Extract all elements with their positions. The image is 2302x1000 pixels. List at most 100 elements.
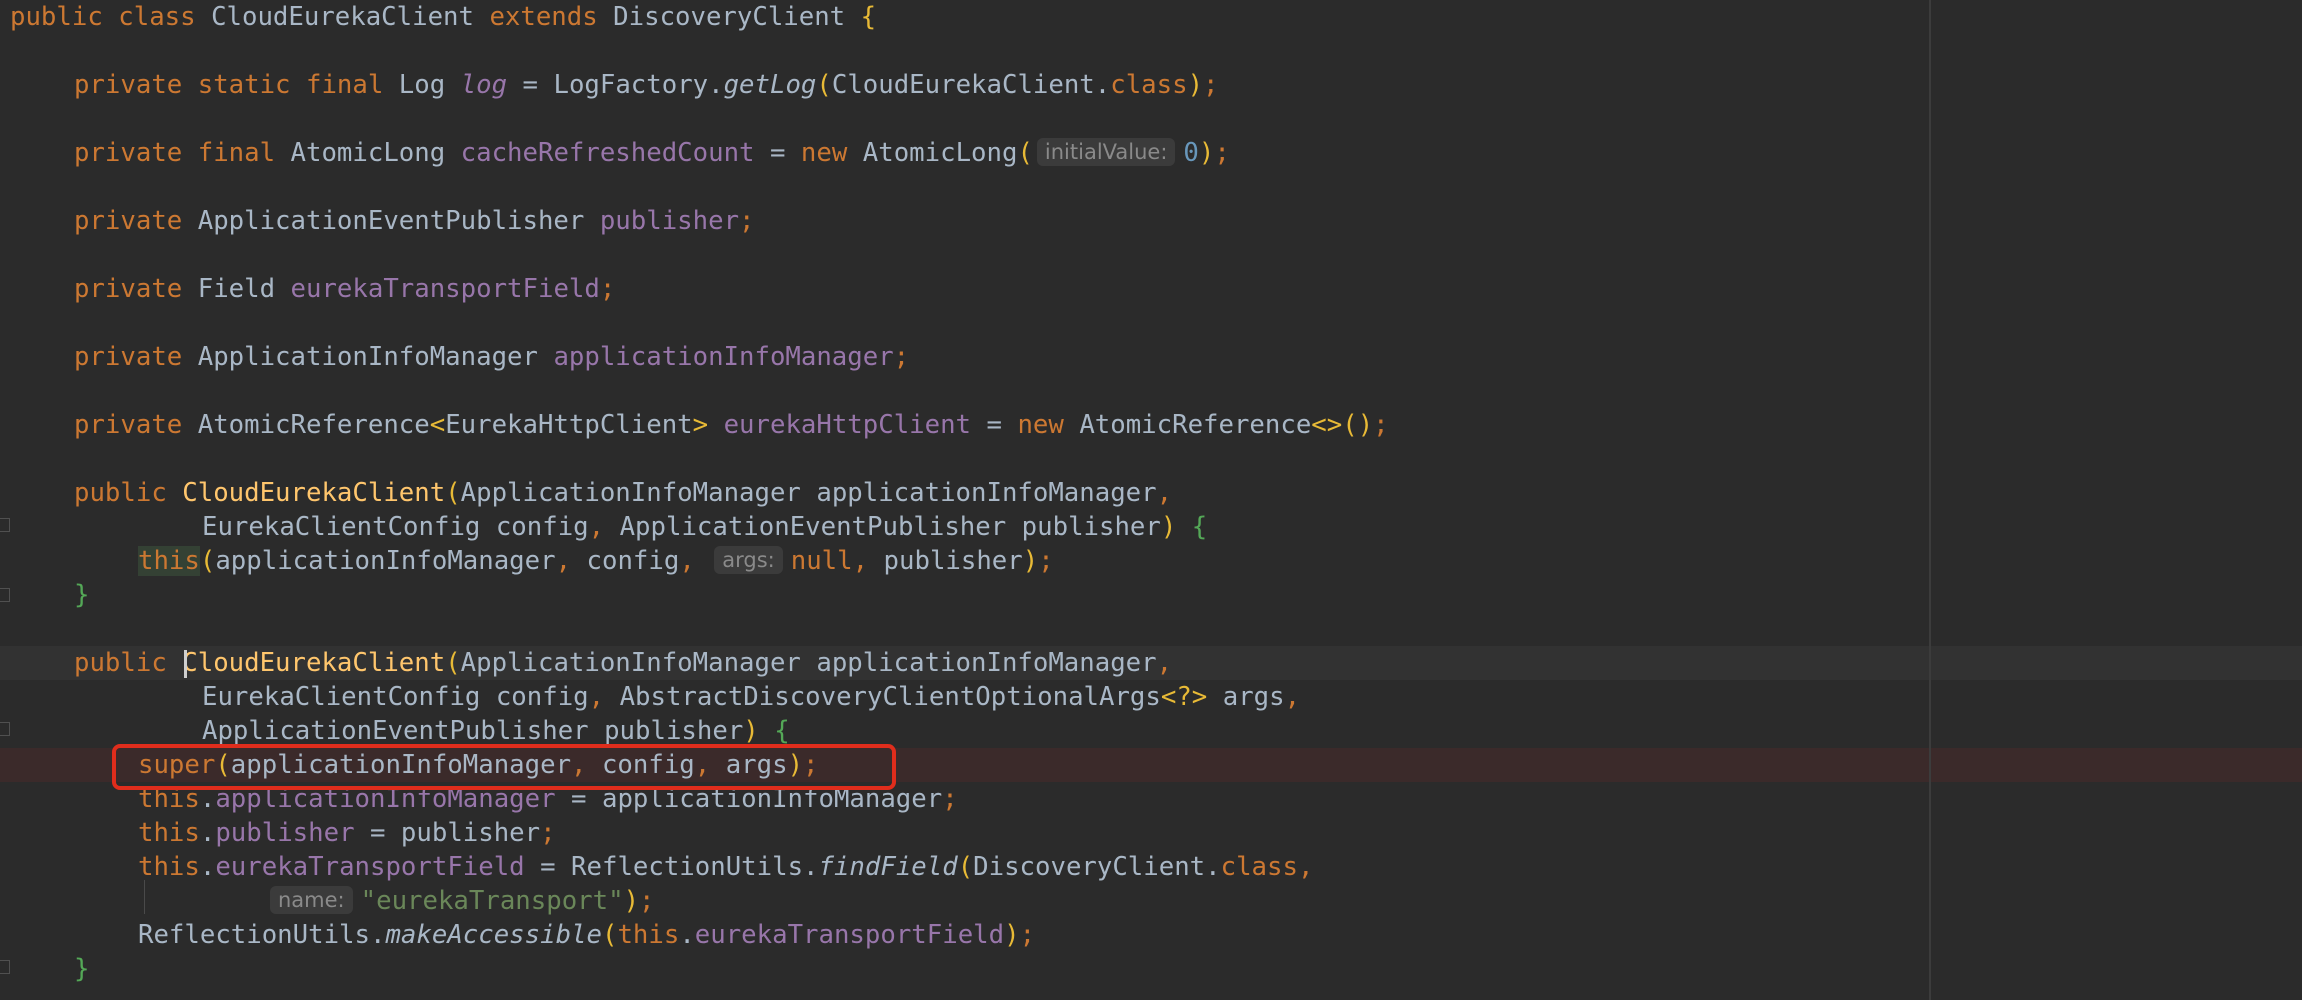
code-token: ) <box>1160 512 1192 542</box>
code-token: this <box>138 546 200 576</box>
code-token: { <box>860 2 877 32</box>
code-line-eureka-http-client-field[interactable]: private AtomicReference<EurekaHttpClient… <box>74 408 1389 442</box>
code-token: getLog <box>723 70 817 100</box>
code-token: , <box>1156 648 1173 678</box>
code-line-constructor-1-signature[interactable]: public CloudEurekaClient(ApplicationInfo… <box>74 476 1172 510</box>
code-token: ) <box>743 716 775 746</box>
code-token: < <box>429 410 446 440</box>
code-token: ; <box>942 784 958 814</box>
code-token: = <box>754 138 801 168</box>
code-token: final <box>306 70 399 100</box>
code-line-make-accessible[interactable]: ReflectionUtils.makeAccessible(this.eure… <box>138 918 1035 952</box>
code-token: , <box>555 546 587 576</box>
code-token: publisher <box>599 206 740 236</box>
code-token: , <box>588 512 620 542</box>
code-token: <?> <box>1160 682 1223 712</box>
code-token: "eurekaTransport" <box>360 886 624 916</box>
code-line-publisher-field[interactable]: private ApplicationEventPublisher publis… <box>74 204 755 238</box>
code-token: AtomicLong <box>290 138 461 168</box>
code-line-cache-refreshed-count-field[interactable]: private final AtomicLong cacheRefreshedC… <box>74 136 1230 170</box>
code-token: Field <box>197 274 291 304</box>
code-token: publisher <box>215 818 355 848</box>
code-token: class <box>118 2 212 32</box>
code-token: eurekaTransportField <box>215 852 525 882</box>
code-token: AtomicLong <box>862 138 1018 168</box>
code-token: private <box>74 138 198 168</box>
code-token: { <box>774 716 790 746</box>
code-editor[interactable]: public class CloudEurekaClient extends D… <box>0 0 2302 1000</box>
code-line-constructor-1-close[interactable]: } <box>74 578 89 612</box>
code-token: { <box>1191 512 1208 542</box>
code-token: public <box>74 478 183 508</box>
code-token: . <box>199 852 216 882</box>
code-token: ( <box>445 648 461 678</box>
code-token: ( <box>1017 138 1033 168</box>
code-token: ApplicationInfoManager applicationInfoMa… <box>460 648 1157 678</box>
code-token: CloudEurekaClient. <box>831 70 1111 100</box>
code-line-class-declaration[interactable]: public class CloudEurekaClient extends D… <box>10 0 876 34</box>
code-token: ; <box>1038 546 1054 576</box>
code-token: null <box>790 546 853 576</box>
code-line-constructor-2-params[interactable]: EurekaClientConfig config, AbstractDisco… <box>202 680 1300 714</box>
code-token: ApplicationEventPublisher publisher <box>202 716 744 746</box>
code-token: ; <box>1019 920 1036 950</box>
code-token: , <box>1284 682 1301 712</box>
code-token: ; <box>739 206 755 236</box>
code-token: , <box>588 682 620 712</box>
fold-icon[interactable] <box>0 722 10 736</box>
code-token: > <box>692 410 724 440</box>
text-caret <box>184 650 187 678</box>
code-token: private <box>74 70 198 100</box>
code-token: findField <box>818 852 958 882</box>
code-line-constructor-2-close[interactable]: } <box>74 952 89 986</box>
code-token: ( <box>957 852 974 882</box>
code-line-this-call[interactable]: this(applicationInfoManager, config, arg… <box>138 544 1054 578</box>
code-token: public <box>10 2 119 32</box>
code-token: ( <box>199 546 216 576</box>
code-token: 0 <box>1183 138 1199 168</box>
code-token: publisher <box>883 546 1023 576</box>
code-line-assign-eureka-transport-field[interactable]: this.eurekaTransportField = ReflectionUt… <box>138 850 1313 884</box>
code-token: AtomicReference <box>197 410 430 440</box>
code-token: ( <box>445 478 461 508</box>
code-token: ; <box>599 274 616 304</box>
parameter-hint: name: <box>270 886 353 914</box>
code-token: } <box>74 954 90 984</box>
code-token: EurekaHttpClient <box>445 410 693 440</box>
code-token: ) <box>1004 920 1020 950</box>
code-token: DiscoveryClient <box>613 2 861 32</box>
code-line-constructor-2-signature[interactable]: public CloudEurekaClient(ApplicationInfo… <box>74 646 1172 680</box>
code-token: ; <box>1373 410 1389 440</box>
code-token: ; <box>1214 138 1230 168</box>
code-token: ApplicationEventPublisher publisher <box>619 512 1161 542</box>
code-token: private <box>74 206 198 236</box>
code-token: this <box>617 920 680 950</box>
fold-icon[interactable] <box>0 588 10 602</box>
code-token: CloudEurekaClient <box>182 478 446 508</box>
code-token: config <box>586 546 680 576</box>
code-token: private <box>74 274 198 304</box>
code-line-constructor-1-params[interactable]: EurekaClientConfig config, ApplicationEv… <box>202 510 1207 544</box>
code-token: this <box>138 818 200 848</box>
fold-icon[interactable] <box>0 518 10 532</box>
code-token: ApplicationInfoManager <box>197 342 554 372</box>
code-line-application-info-manager-field[interactable]: private ApplicationInfoManager applicati… <box>74 340 909 374</box>
fold-icon[interactable] <box>0 960 10 974</box>
code-line-eureka-transport-field[interactable]: private Field eurekaTransportField; <box>74 272 615 306</box>
code-token: = <box>971 410 1018 440</box>
code-token: ApplicationInfoManager applicationInfoMa… <box>460 478 1157 508</box>
code-line-find-field-arg[interactable]: name: "eurekaTransport"); <box>266 884 655 918</box>
code-token: new <box>800 138 863 168</box>
code-token: . <box>679 920 695 950</box>
code-token: <>() <box>1311 410 1374 440</box>
code-token: ReflectionUtils. <box>138 920 386 950</box>
code-token: , <box>679 546 711 576</box>
code-line-assign-publisher[interactable]: this.publisher = publisher; <box>138 816 556 850</box>
code-line-constructor-2-params-end[interactable]: ApplicationEventPublisher publisher) { <box>202 714 790 748</box>
code-line-log-field[interactable]: private static final Log log = LogFactor… <box>74 68 1219 102</box>
code-token: AtomicReference <box>1079 410 1312 440</box>
code-token: , <box>852 546 884 576</box>
code-token: ; <box>639 886 655 916</box>
code-token: ; <box>893 342 910 372</box>
code-token: CloudEurekaClient <box>211 2 490 32</box>
